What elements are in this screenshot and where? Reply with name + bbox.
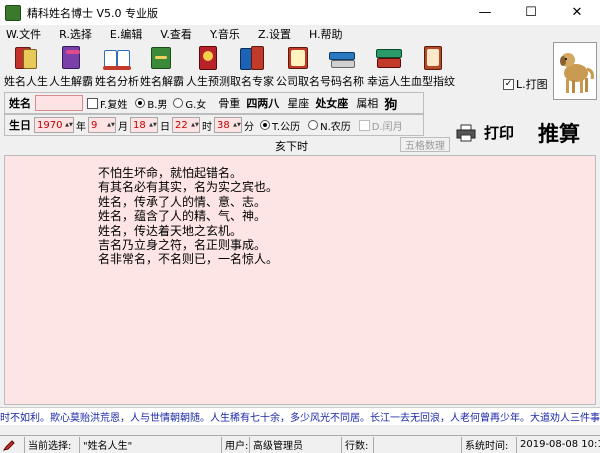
hour-spinner[interactable]: 22 ▲▼ xyxy=(172,117,200,133)
menu-edit[interactable]: E.编辑 xyxy=(110,26,142,42)
male-radio[interactable]: B.男 xyxy=(135,96,167,111)
menu-view[interactable]: V.查看 xyxy=(160,26,192,42)
book-icon xyxy=(56,44,86,72)
spin-arrows-icon: ▲▼ xyxy=(233,122,241,128)
minimize-button[interactable]: — xyxy=(462,0,508,25)
poem-line: 姓名，蕴含了人的精、气、神。 xyxy=(98,209,267,224)
tool-name-analysis[interactable]: 姓名分析 xyxy=(95,44,139,90)
zodiac-label: 属相 xyxy=(356,97,379,110)
poem-line: 名非常名，不名则已，一名惊人。 xyxy=(98,252,279,267)
poem-line: 姓名，传承了人的情、意、志。 xyxy=(98,194,267,209)
book-icon xyxy=(147,44,177,72)
tool-blood-fingerprint[interactable]: 血型指纹 xyxy=(411,44,455,90)
printer-icon xyxy=(456,124,476,141)
lunar-radio[interactable]: N.农历 xyxy=(308,118,351,133)
zodiac-value: 狗 xyxy=(384,97,398,113)
maximize-button[interactable]: ☐ xyxy=(508,0,554,25)
birthday-label: 生日 xyxy=(9,119,31,132)
book-stack-icon xyxy=(327,44,357,72)
poem-line: 吉名乃立身之符，名正则事成。 xyxy=(98,238,267,253)
app-window: 精科姓名博士 V5.0 专业版 — ☐ ✕ W.文件 R.选择 E.编辑 V.查… xyxy=(0,0,600,453)
book-icon xyxy=(418,44,448,72)
radio-icon xyxy=(173,98,184,108)
user-value: 高级管理员 xyxy=(250,436,342,453)
menu-file[interactable]: W.文件 xyxy=(6,26,41,42)
poem-text: 不怕生坏命，就怕起错名。 有其名必有其实，名为实之宾也。 姓名，传承了人的情、意… xyxy=(98,166,278,267)
poem-line: 有其名必有其实，名为实之宾也。 xyxy=(98,180,279,195)
menu-music[interactable]: Y.音乐 xyxy=(210,26,240,42)
print-image-option[interactable]: ✓ L.打图 xyxy=(503,76,548,92)
book-icon xyxy=(11,44,41,72)
name-input[interactable] xyxy=(35,95,83,111)
time-label: 系统时间: xyxy=(462,436,517,453)
pencil-icon xyxy=(0,436,25,453)
spin-arrows-icon: ▲▼ xyxy=(65,122,73,128)
book-stack-icon xyxy=(374,44,404,72)
name-label: 姓名 xyxy=(9,97,31,110)
spin-arrows-icon: ▲▼ xyxy=(149,122,157,128)
rows-label: 行数: xyxy=(342,436,374,453)
checkbox-icon: ✓ xyxy=(503,78,514,90)
spin-arrows-icon: ▲▼ xyxy=(191,122,199,128)
tool-life-predict[interactable]: 人生预测 xyxy=(186,44,230,90)
tool-name-decode[interactable]: 姓名解霸 xyxy=(140,44,184,90)
menu-help[interactable]: H.帮助 xyxy=(309,26,343,42)
name-row: 姓名 F.复姓 B.男 G.女 骨重 四两八 星座 处女座 属相 狗 xyxy=(4,92,424,114)
user-label: 用户: xyxy=(222,436,250,453)
time-value: 2019-08-08 10:16 xyxy=(520,439,600,450)
tool-lucky-life[interactable]: 幸运人生 xyxy=(367,44,411,90)
tool-name-life[interactable]: 姓名人生 xyxy=(4,44,48,90)
spin-arrows-icon: ▲▼ xyxy=(107,122,115,128)
current-selection-value: "姓名人生" xyxy=(80,436,222,453)
tool-naming-expert[interactable]: 取名专家 xyxy=(230,44,274,90)
fuxing-checkbox[interactable]: F.复姓 xyxy=(87,96,127,111)
toolbar: 姓名人生 人生解霸 姓名分析 姓名解霸 人生预测 取名专家 公司取名 号码名称 … xyxy=(0,42,552,90)
open-book-icon xyxy=(102,44,132,72)
year-spinner[interactable]: 1970 ▲▼ xyxy=(34,117,74,133)
birthday-row: 生日 1970 ▲▼ 年 9 ▲▼ 月 18 ▲▼ 日 22 ▲▼ 时 38 ▲▼ 分 T… xyxy=(4,114,424,136)
leap-month-checkbox[interactable]: D.闰月 xyxy=(358,118,403,133)
calculate-button[interactable]: 推算 xyxy=(538,118,580,148)
star-label: 星座 xyxy=(287,97,310,110)
current-selection-label: 当前选择: xyxy=(25,436,80,453)
book-icon xyxy=(283,44,313,72)
bone-weight-label: 骨重 xyxy=(218,97,241,110)
tool-number-name[interactable]: 号码名称 xyxy=(320,44,364,90)
wuge-button[interactable]: 五格数理 xyxy=(400,137,450,152)
minute-spinner[interactable]: 38 ▲▼ xyxy=(214,117,242,133)
window-title: 精科姓名博士 V5.0 专业版 xyxy=(27,6,159,20)
book-stack-icon xyxy=(237,44,267,72)
close-button[interactable]: ✕ xyxy=(554,0,600,25)
title-bar: 精科姓名博士 V5.0 专业版 — ☐ ✕ xyxy=(0,0,600,25)
menu-bar: W.文件 R.选择 E.编辑 V.查看 Y.音乐 Z.设置 H.帮助 xyxy=(0,25,600,42)
status-bar: 当前选择: "姓名人生" 用户: 高级管理员 行数: 系统时间: 2019-08… xyxy=(0,435,600,453)
checkbox-icon xyxy=(87,97,98,109)
radio-icon xyxy=(135,98,146,108)
print-button[interactable]: 打印 xyxy=(456,122,514,143)
rows-value xyxy=(374,436,462,453)
result-panel: 不怕生坏命，就怕起错名。 有其名必有其实，名为实之宾也。 姓名，传承了人的情、意… xyxy=(4,155,596,405)
radio-icon xyxy=(260,120,270,130)
app-icon xyxy=(5,4,21,21)
book-icon xyxy=(193,44,223,72)
female-radio[interactable]: G.女 xyxy=(173,96,206,111)
poem-line: 不怕生坏命，就怕起错名。 xyxy=(98,166,243,180)
tool-company-naming[interactable]: 公司取名 xyxy=(276,44,320,90)
solar-radio[interactable]: T.公历 xyxy=(260,118,300,133)
month-spinner[interactable]: 9 ▲▼ xyxy=(88,117,116,133)
menu-select[interactable]: R.选择 xyxy=(59,26,92,42)
menu-settings[interactable]: Z.设置 xyxy=(258,26,291,42)
day-spinner[interactable]: 18 ▲▼ xyxy=(130,117,158,133)
star-value: 处女座 xyxy=(315,97,349,110)
shichen-label: 亥下时 xyxy=(275,140,308,153)
poem-line: 姓名，传达着天地之玄机。 xyxy=(98,223,243,238)
dog-image xyxy=(553,42,597,100)
scrolling-marquee: 时不如利。欺心莫贻洪荒恩，人与世情朝朝随。人生稀有七十余，多少风光不同居。长江一… xyxy=(0,407,600,425)
radio-icon xyxy=(308,120,319,130)
bone-weight-value: 四两八 xyxy=(246,97,280,110)
checkbox-icon xyxy=(358,119,370,131)
tool-life-analysis[interactable]: 人生解霸 xyxy=(49,44,93,90)
